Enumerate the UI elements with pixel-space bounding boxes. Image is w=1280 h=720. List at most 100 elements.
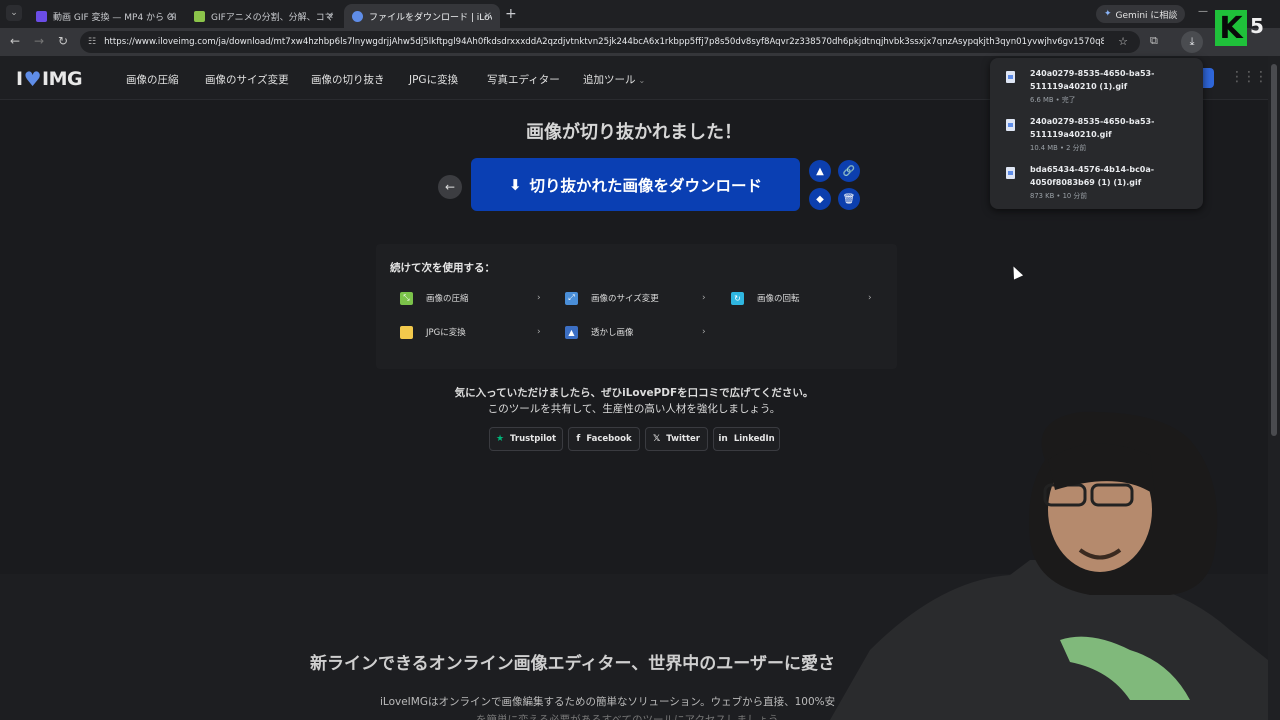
- scrollbar-thumb[interactable]: [1271, 64, 1277, 436]
- site-info-icon[interactable]: ☷: [88, 37, 96, 47]
- chevron-right-icon: ›: [868, 293, 872, 303]
- channel-number: 5: [1250, 14, 1264, 38]
- download-item[interactable]: bda65434-4576-4b14-bc0a-4050f8083b69 (1)…: [1006, 164, 1196, 204]
- tab-iloveimg-download[interactable]: ファイルをダウンロード | iLoveIMG ✕: [344, 4, 500, 28]
- tab-gif-converter[interactable]: 動画 GIF 変換 — MP4 から GIF、 ✕: [28, 4, 184, 28]
- tool-label: 画像の回転: [757, 294, 800, 304]
- link-icon[interactable]: 🔗: [838, 160, 860, 182]
- tab-gif-split[interactable]: GIFアニメの分割、分解、コマ割り - ✕: [186, 4, 342, 28]
- webcam-overlay: [830, 411, 1268, 720]
- download-item[interactable]: 240a0279-8535-4650-ba53-511119a40210.gif…: [1006, 116, 1196, 156]
- share-label: Facebook: [586, 434, 632, 444]
- tool-label: 画像の圧縮: [426, 294, 469, 304]
- download-item[interactable]: 240a0279-8535-4650-ba53-511119a40210 (1)…: [1006, 68, 1196, 108]
- address-bar[interactable]: ☷ https://www.iloveimg.com/ja/download/m…: [80, 31, 1140, 53]
- watermark-icon: ▲: [565, 325, 578, 339]
- bookmark-star-icon[interactable]: ☆: [1118, 35, 1128, 48]
- delete-icon[interactable]: 🗑: [838, 188, 860, 210]
- download-meta: 6.6 MB • 完了: [1030, 96, 1076, 104]
- linkedin-button[interactable]: in LinkedIn: [713, 427, 780, 451]
- chevron-right-icon: ›: [702, 293, 706, 303]
- download-button[interactable]: ⬇ 切り抜かれた画像をダウンロード: [471, 158, 800, 211]
- tool-label: 透かし画像: [591, 328, 634, 338]
- download-meta: 873 KB • 10 分前: [1030, 192, 1087, 200]
- close-icon[interactable]: ✕: [484, 11, 492, 22]
- nav-resize[interactable]: 画像のサイズ変更: [205, 72, 289, 87]
- forward-icon[interactable]: →: [31, 34, 47, 48]
- linkedin-icon: in: [718, 434, 728, 444]
- minimize-icon[interactable]: —: [1198, 6, 1208, 17]
- nav-more-tools[interactable]: 追加ツール ⌄: [583, 72, 645, 87]
- tab-label: 動画 GIF 変換 — MP4 から GIF、: [53, 12, 176, 23]
- nav-photo-editor[interactable]: 写真エディター: [487, 72, 560, 87]
- chevron-down-icon: ⌄: [638, 76, 646, 85]
- tool-resize[interactable]: ⤢ 画像のサイズ変更 ›: [565, 290, 707, 306]
- download-filename: bda65434-4576-4b14-bc0a-4050f8083b69 (1)…: [1030, 165, 1155, 187]
- share-label: Trustpilot: [510, 434, 557, 444]
- close-icon[interactable]: ✕: [326, 11, 334, 22]
- tab-search-button[interactable]: ⌄: [6, 5, 22, 21]
- url-text: https://www.iloveimg.com/ja/download/mt7…: [104, 37, 1105, 47]
- nav-crop[interactable]: 画像の切り抜き: [311, 72, 385, 87]
- channel-logo: K: [1215, 10, 1247, 46]
- tab-label: ファイルをダウンロード | iLoveIMG: [369, 12, 492, 23]
- share-label: Twitter: [666, 434, 700, 444]
- tab-label: GIFアニメの分割、分解、コマ割り -: [211, 12, 334, 23]
- facebook-icon: f: [576, 434, 581, 444]
- file-icon: [1006, 167, 1015, 179]
- dropbox-icon[interactable]: ◆: [809, 188, 831, 210]
- new-tab-button[interactable]: +: [505, 6, 517, 22]
- file-icon: [1006, 71, 1015, 83]
- logo-text-right: IMG: [42, 68, 83, 90]
- toolbar: ← → ↻ ☷ https://www.iloveimg.com/ja/down…: [0, 28, 1280, 56]
- share-label: LinkedIn: [733, 434, 775, 444]
- gemini-label: Gemini に相談: [1115, 10, 1178, 21]
- download-icon: ⬇: [508, 175, 522, 194]
- google-drive-icon[interactable]: ▲: [809, 160, 831, 182]
- trustpilot-button[interactable]: ★ Trustpilot: [489, 427, 563, 451]
- tool-convert-jpg[interactable]: JPGに変換 ›: [400, 324, 542, 340]
- resize-icon: ⤢: [565, 291, 578, 305]
- tool-watermark[interactable]: ▲ 透かし画像 ›: [565, 324, 707, 340]
- twitter-button[interactable]: 𝕏 Twitter: [645, 427, 708, 451]
- iloveimg-logo[interactable]: I ♥ IMG: [16, 67, 83, 91]
- facebook-button[interactable]: f Facebook: [568, 427, 640, 451]
- tool-rotate[interactable]: ↻ 画像の回転 ›: [731, 290, 873, 306]
- downloads-popup: 240a0279-8535-4650-ba53-511119a40210 (1)…: [990, 58, 1203, 209]
- nav-more-label: 追加ツール: [583, 74, 636, 86]
- nav-convert-jpg[interactable]: JPGに変換: [409, 72, 458, 87]
- back-icon[interactable]: ←: [7, 34, 23, 48]
- tool-label: JPGに変換: [426, 328, 466, 338]
- continue-title: 続けて次を使用する：: [390, 262, 495, 274]
- gemini-button[interactable]: ✦ Gemini に相談: [1096, 5, 1186, 23]
- back-arrow-button[interactable]: ←: [438, 175, 462, 199]
- download-label: 切り抜かれた画像をダウンロード: [529, 176, 763, 195]
- download-filename: 240a0279-8535-4650-ba53-511119a40210 (1)…: [1030, 69, 1155, 91]
- apps-grid-icon[interactable]: ⋮⋮⋮: [1230, 69, 1268, 85]
- downloads-icon[interactable]: ⤓: [1181, 31, 1203, 53]
- promo-title: 新ラインできるオンライン画像エディター、世界中のユーザーに愛さ: [310, 654, 835, 674]
- share-line-1: 気に入っていただけましたら、ぜひiLovePDFを口コミで広げてください。: [454, 387, 814, 399]
- chevron-right-icon: ›: [537, 293, 541, 303]
- file-icon: [1006, 119, 1015, 131]
- reload-icon[interactable]: ↻: [55, 34, 71, 48]
- tab-favicon: [36, 10, 47, 22]
- jpg-icon: [400, 325, 413, 339]
- tool-compress[interactable]: ⤡ 画像の圧縮 ›: [400, 290, 542, 306]
- close-icon[interactable]: ✕: [168, 11, 176, 22]
- logo-text-left: I: [16, 68, 23, 90]
- download-filename: 240a0279-8535-4650-ba53-511119a40210.gif: [1030, 117, 1155, 139]
- nav-compress[interactable]: 画像の圧縮: [126, 72, 179, 87]
- promo-description: iLoveIMGはオンラインで画像編集するための簡単なソリューション。ウェブから…: [380, 696, 836, 708]
- extensions-icon[interactable]: ⧉: [1150, 34, 1158, 48]
- page-scrollbar[interactable]: [1268, 56, 1280, 720]
- tab-favicon: [352, 10, 363, 22]
- download-meta: 10.4 MB • 2 分前: [1030, 144, 1087, 152]
- tool-label: 画像のサイズ変更: [591, 294, 659, 304]
- x-icon: 𝕏: [653, 434, 661, 444]
- compress-icon: ⤡: [400, 291, 413, 305]
- gemini-icon: ✦: [1104, 9, 1112, 19]
- tab-favicon: [194, 10, 205, 22]
- rotate-icon: ↻: [731, 291, 744, 305]
- chevron-right-icon: ›: [702, 327, 706, 337]
